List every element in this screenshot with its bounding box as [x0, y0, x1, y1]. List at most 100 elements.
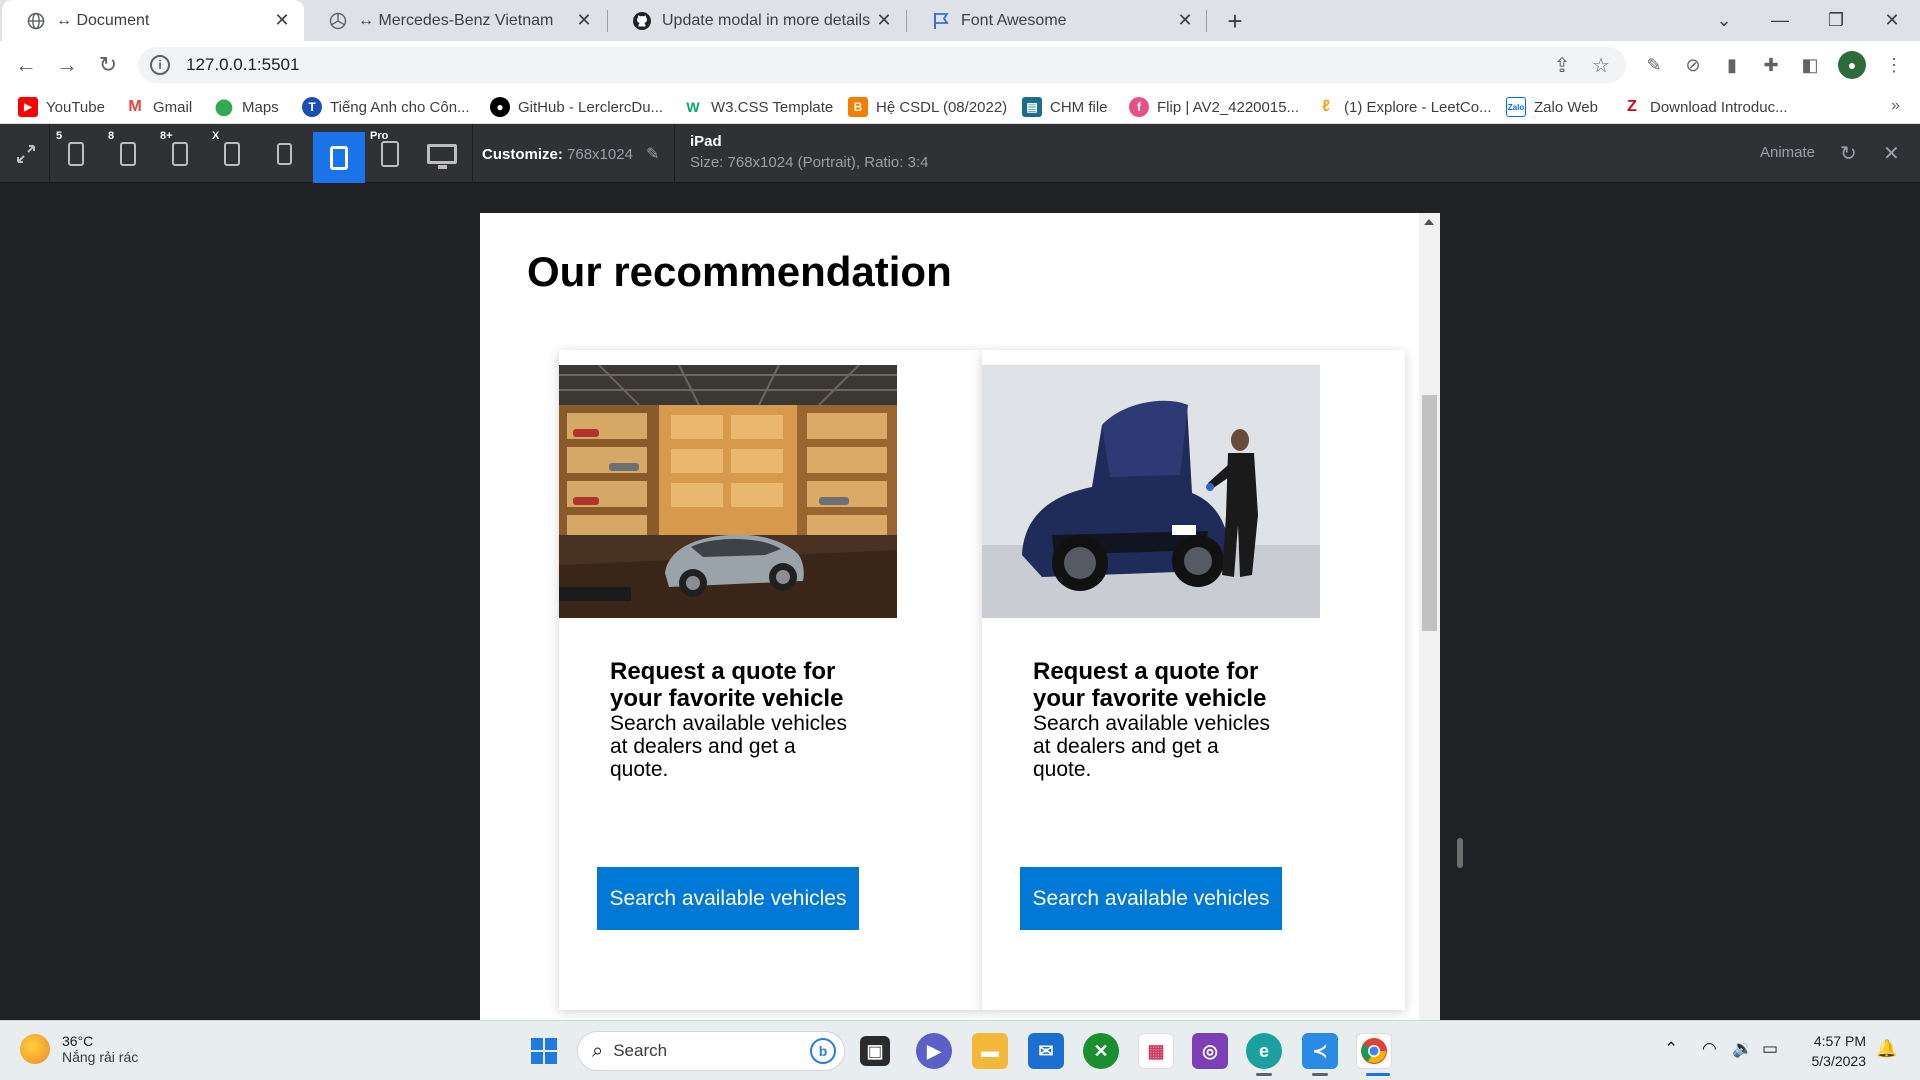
gmail-icon: M	[128, 98, 142, 115]
bookmark-star-icon[interactable]: ☆	[1585, 49, 1617, 81]
mercedes-star-icon	[328, 11, 348, 31]
card-description: Search available vehicles at dealers and…	[610, 712, 847, 781]
edge-icon[interactable]: e	[1246, 1033, 1282, 1069]
vscode-icon[interactable]: ≺	[1302, 1033, 1338, 1069]
search-vehicles-button[interactable]: Search available vehicles	[597, 867, 859, 930]
device-desktop[interactable]	[416, 132, 468, 176]
device-ipad-pro[interactable]: Pro	[364, 130, 416, 176]
tab-document[interactable]: ↔ Document ✕	[2, 0, 304, 41]
store-app-icon[interactable]: ▦	[1138, 1033, 1174, 1069]
teams-chat-icon[interactable]: ▶	[916, 1033, 952, 1069]
eyedropper-extension-icon[interactable]: ✎	[1640, 51, 1668, 79]
close-window-button[interactable]: ✕	[1864, 0, 1920, 41]
system-clock[interactable]: 4:57 PM 5/3/2023	[1800, 1031, 1867, 1071]
bookmark-flip[interactable]: f Flip | AV2_4220015...	[1129, 95, 1299, 119]
bing-icon[interactable]: b	[810, 1038, 836, 1064]
scroll-up-arrow-icon[interactable]	[1424, 219, 1434, 225]
device-name: iPad	[690, 133, 722, 150]
vertical-scrollbar[interactable]	[1419, 213, 1440, 1020]
extensions-puzzle-icon[interactable]: ✚	[1757, 51, 1785, 79]
file-explorer-icon[interactable]: ▬	[972, 1033, 1008, 1069]
more-bookmarks-icon[interactable]: »	[1891, 97, 1900, 115]
search-icon: ⌕	[592, 1039, 604, 1062]
windows-start-icon[interactable]	[526, 1033, 562, 1069]
battery-icon[interactable]: ▭	[1762, 1039, 1778, 1059]
tray-overflow-chevron-icon[interactable]: ⌃	[1664, 1039, 1678, 1059]
task-view-icon[interactable]: ▣	[860, 1036, 890, 1066]
ms-photos-icon[interactable]: ◎	[1192, 1033, 1228, 1069]
menu-kebab-icon[interactable]: ⋮	[1880, 51, 1908, 79]
search-vehicles-button[interactable]: Search available vehicles	[1020, 867, 1282, 930]
reload-button[interactable]: ↻	[92, 49, 124, 81]
rotate-icon[interactable]: ↻	[1840, 141, 1857, 166]
share-icon[interactable]: ⇪	[1546, 49, 1578, 81]
flag-icon	[931, 11, 951, 31]
side-panel-icon[interactable]: ◧	[1796, 51, 1824, 79]
viewport-resize-handle[interactable]	[1457, 838, 1463, 868]
customize-size[interactable]: Customize: 768x1024	[482, 146, 633, 163]
device-iphone-x[interactable]: X	[206, 130, 258, 176]
device-iphone-5[interactable]: 5	[50, 130, 102, 176]
phone-icon	[68, 142, 84, 166]
bookmark-he-csdl[interactable]: B Hệ CSDL (08/2022)	[848, 95, 1007, 119]
edit-pencil-icon[interactable]: ✎	[646, 144, 659, 164]
fullscreen-toggle-icon[interactable]	[0, 132, 52, 176]
divider	[472, 124, 473, 183]
bookmark-leetcode[interactable]: ℓ (1) Explore - LeetCo...	[1316, 95, 1491, 119]
site-info-icon[interactable]: i	[150, 55, 170, 75]
close-icon[interactable]: ✕	[270, 9, 294, 33]
mail-icon[interactable]: ✉	[1028, 1033, 1064, 1069]
bookmark-gmail[interactable]: M Gmail	[125, 95, 192, 119]
tab-search-icon[interactable]: ⌄	[1696, 0, 1752, 41]
taskbar-search[interactable]: ⌕ Search b	[577, 1031, 845, 1071]
device-android[interactable]	[258, 132, 310, 176]
back-button[interactable]: ←	[10, 49, 42, 81]
bookmark-download[interactable]: Z Download Introduc...	[1622, 95, 1787, 119]
bookmark-youtube[interactable]: ▶ YouTube	[18, 95, 105, 119]
device-ipad[interactable]	[313, 132, 365, 183]
close-icon[interactable]: ✕	[1173, 9, 1197, 33]
notification-bell-icon[interactable]: 🔔	[1876, 1039, 1897, 1059]
tab-title: ↔ Document	[56, 11, 150, 29]
animate-toggle[interactable]: Animate	[1760, 144, 1815, 161]
minimize-button[interactable]: —	[1752, 0, 1808, 41]
new-tab-button[interactable]: +	[1220, 6, 1250, 36]
device-iphone-8-plus[interactable]: 8+	[154, 130, 206, 176]
wifi-icon[interactable]: ◠	[1702, 1039, 1717, 1059]
close-icon[interactable]: ✕	[872, 9, 896, 33]
browser-toolbar: ← → ↻ i 127.0.0.1:5501 ⇪ ☆ ✎ ⊘ ▮ ✚ ◧ ● ⋮	[0, 41, 1920, 89]
profile-avatar[interactable]: ●	[1838, 51, 1866, 79]
forward-button[interactable]: →	[51, 49, 83, 81]
w3-icon: W	[686, 99, 700, 115]
bookmark-maps[interactable]: ⬤ Maps	[214, 95, 279, 119]
bookmark-github[interactable]: ● GitHub - LerclercDu...	[490, 95, 663, 119]
scrollbar-thumb[interactable]	[1422, 395, 1437, 631]
phone-icon	[120, 142, 136, 166]
chrome-icon[interactable]	[1356, 1033, 1392, 1069]
tab-title: ↔ Mercedes-Benz Vietnam	[358, 11, 554, 29]
github-icon: ●	[490, 97, 510, 117]
url-text: 127.0.0.1:5501	[186, 55, 300, 74]
tab-mercedes[interactable]: ↔ Mercedes-Benz Vietnam ✕	[304, 0, 606, 41]
close-icon[interactable]: ✕	[572, 9, 596, 33]
bookmark-chm-file[interactable]: ▤ CHM file	[1022, 95, 1108, 119]
xbox-icon[interactable]: ✕	[1083, 1033, 1119, 1069]
phone-icon	[172, 142, 188, 166]
github-icon	[632, 11, 652, 31]
bookmark-w3css[interactable]: W W3.CSS Template	[683, 95, 833, 119]
weather-widget[interactable]: 36°C Nắng rải rác	[20, 1033, 138, 1065]
compass-extension-icon[interactable]: ⊘	[1679, 51, 1707, 79]
volume-icon[interactable]: 🔉	[1732, 1039, 1753, 1059]
tab-title: Font Awesome	[961, 11, 1067, 29]
monitor-icon	[427, 144, 457, 169]
tab-github-update-modal[interactable]: Update modal in more details · N ✕	[608, 0, 906, 41]
bookmark-tieng-anh[interactable]: T Tiếng Anh cho Côn...	[302, 95, 470, 119]
tab-font-awesome[interactable]: Font Awesome ✕	[907, 0, 1207, 41]
device-iphone-8[interactable]: 8	[102, 130, 154, 176]
flip-icon: f	[1129, 97, 1149, 117]
close-icon[interactable]: ✕	[1883, 141, 1900, 166]
address-bar[interactable]: i 127.0.0.1:5501	[138, 47, 1626, 83]
device-extension-icon[interactable]: ▮	[1718, 51, 1746, 79]
bookmark-zalo[interactable]: Zalo Zalo Web	[1506, 95, 1598, 119]
restore-button[interactable]: ❐	[1808, 0, 1864, 41]
